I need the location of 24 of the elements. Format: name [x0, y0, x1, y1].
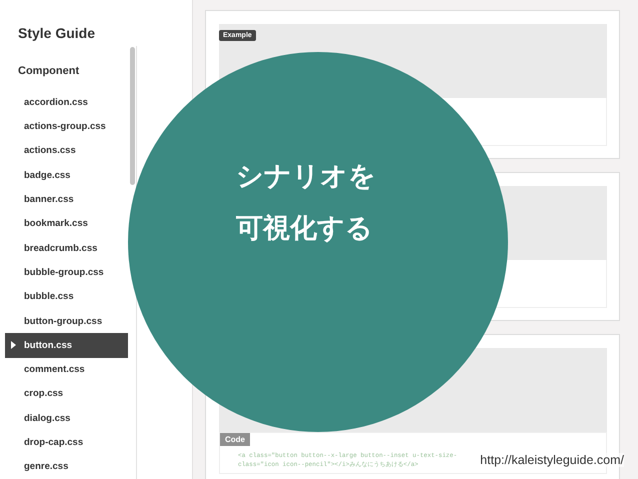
sidebar-item[interactable]: button-group.css: [5, 308, 128, 334]
overlay-text: 可視化する: [236, 212, 373, 246]
sidebar-item[interactable]: button.css: [5, 333, 128, 358]
sidebar-item[interactable]: actions.css: [5, 138, 128, 164]
triangle-icon: [11, 341, 16, 350]
sidebar-item[interactable]: crop.css: [5, 382, 128, 406]
code-label: Code: [220, 433, 250, 446]
section-heading: Component: [17, 65, 80, 80]
scrollbar-thumb[interactable]: [130, 47, 135, 186]
sidebar-item[interactable]: breadcrumb.css: [5, 236, 128, 260]
sidebar-title: Style Guide: [17, 24, 96, 43]
sidebar-item[interactable]: dialog.css: [5, 406, 128, 430]
overlay-text: シナリオを: [236, 160, 376, 194]
sidebar-item[interactable]: accordion.css: [5, 90, 128, 115]
sidebar-item[interactable]: bookmark.css: [5, 212, 128, 236]
sidebar-item[interactable]: comment.css: [5, 358, 128, 382]
sidebar-item[interactable]: badge.css: [5, 163, 128, 188]
sidebar-item[interactable]: actions-group.css: [5, 114, 128, 139]
sidebar-item[interactable]: bubble-group.css: [5, 260, 128, 285]
sidebar-item[interactable]: genre.css: [5, 454, 128, 479]
sidebar-item[interactable]: bubble.css: [5, 284, 128, 309]
sidebar-item[interactable]: drop-cap.css: [5, 430, 128, 455]
source-url: http://kaleistyleguide.com/: [480, 453, 624, 467]
sidebar-item[interactable]: banner.css: [5, 187, 128, 212]
